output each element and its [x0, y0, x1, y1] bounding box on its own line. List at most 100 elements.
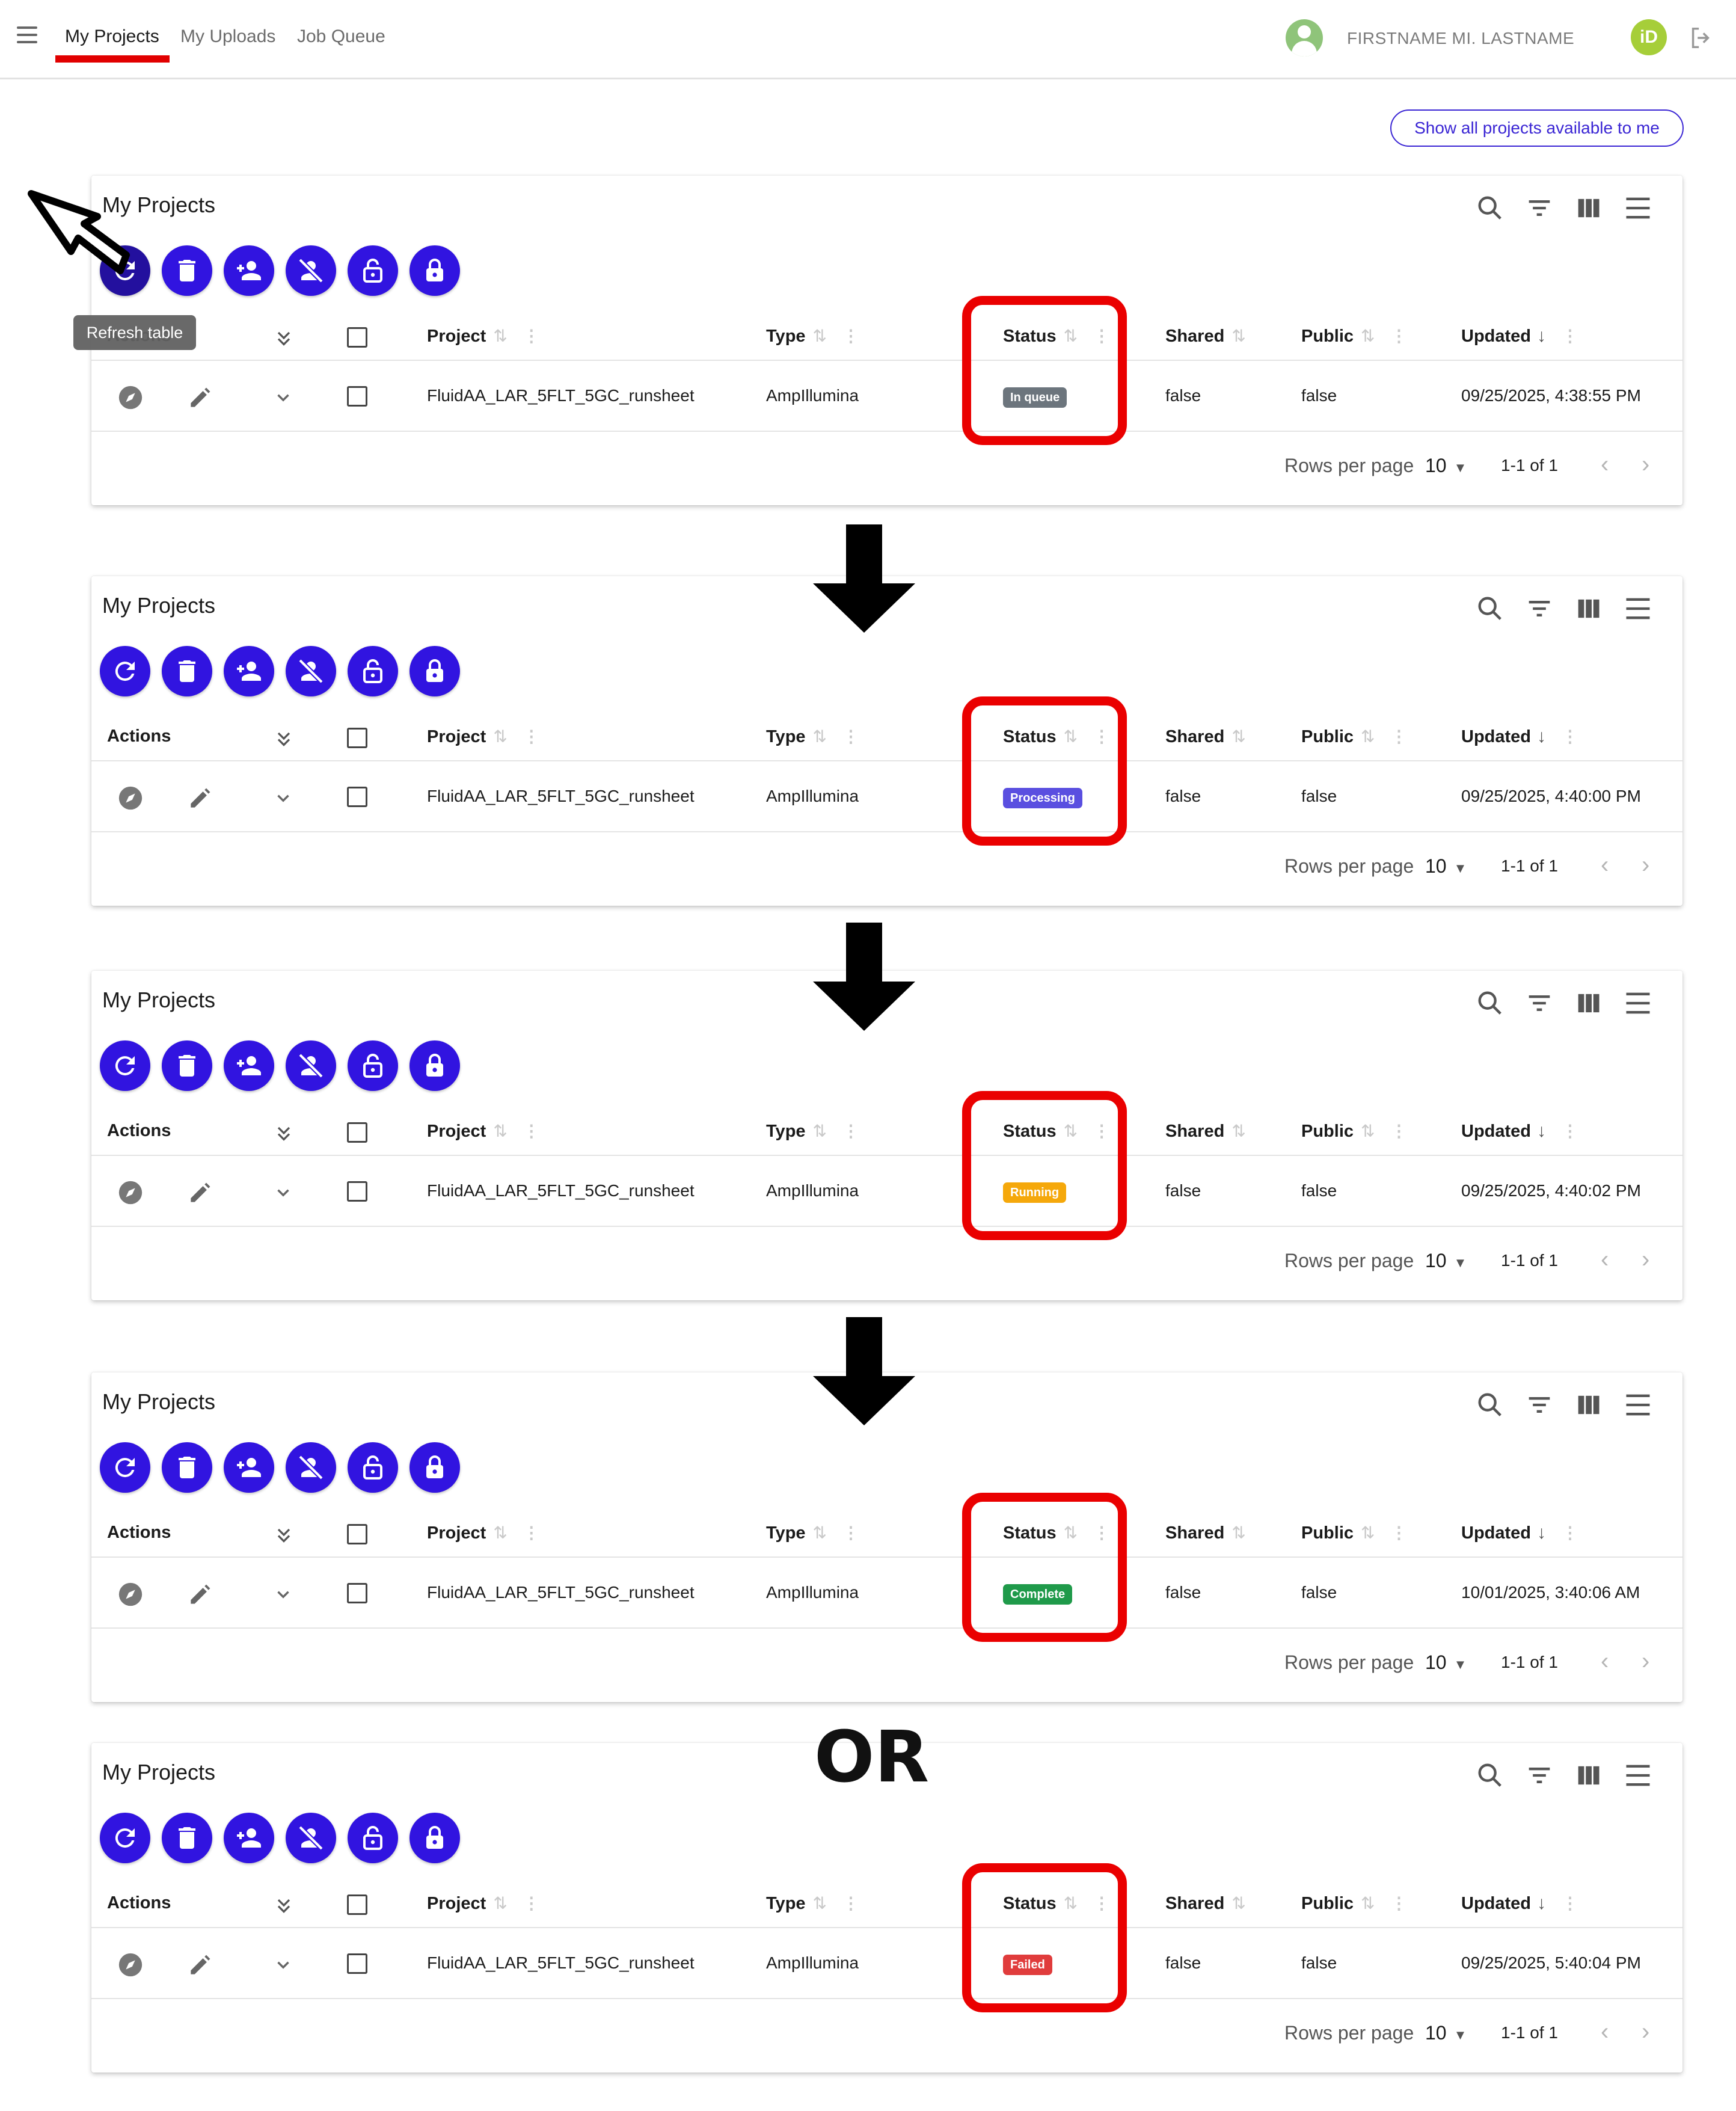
row-checkbox[interactable]: [347, 386, 367, 407]
column-header-type[interactable]: Type ⇅ ⋮: [766, 1523, 859, 1543]
next-page-icon[interactable]: ›: [1642, 852, 1649, 879]
column-menu-icon[interactable]: ⋮: [523, 1121, 540, 1141]
column-menu-icon[interactable]: ⋮: [523, 727, 540, 746]
delete-button[interactable]: [162, 1040, 212, 1091]
sort-icon[interactable]: ⇅: [1361, 1121, 1375, 1141]
make-private-button[interactable]: [409, 1813, 460, 1863]
search-icon[interactable]: [1474, 1760, 1506, 1791]
unshare-user-button[interactable]: [286, 1040, 336, 1091]
make-private-button[interactable]: [409, 1040, 460, 1091]
sort-icon[interactable]: ⇅: [493, 1523, 507, 1543]
sort-icon[interactable]: ⇅: [493, 1893, 507, 1913]
expand-row-icon[interactable]: [273, 1955, 293, 1975]
prev-page-icon[interactable]: ‹: [1601, 852, 1609, 879]
make-public-button[interactable]: [348, 646, 398, 696]
edit-icon[interactable]: [186, 1180, 213, 1206]
show-all-projects-button[interactable]: Show all projects available to me: [1390, 109, 1684, 147]
table-row[interactable]: FluidAA_LAR_5FLT_5GC_runsheet AmpIllumin…: [91, 1157, 1682, 1227]
filter-icon[interactable]: [1524, 593, 1555, 624]
rows-per-page-select[interactable]: 10 ▼: [1425, 1652, 1467, 1674]
share-user-button[interactable]: [224, 1040, 274, 1091]
nav-my-projects[interactable]: My Projects: [65, 26, 159, 47]
column-menu-icon[interactable]: ⋮: [842, 1121, 859, 1141]
column-header-type[interactable]: Type ⇅ ⋮: [766, 1893, 859, 1914]
rows-per-page-select[interactable]: 10 ▼: [1425, 855, 1467, 877]
make-public-button[interactable]: [348, 1040, 398, 1091]
refresh-button[interactable]: [100, 1442, 150, 1493]
nav-my-uploads[interactable]: My Uploads: [180, 26, 275, 47]
column-header-project[interactable]: Project ⇅ ⋮: [427, 727, 540, 747]
sort-icon[interactable]: ⇅: [1361, 326, 1375, 346]
delete-button[interactable]: [162, 1813, 212, 1863]
rows-per-page-select[interactable]: 10 ▼: [1425, 455, 1467, 477]
column-menu-icon[interactable]: ⋮: [842, 1893, 859, 1913]
share-user-button[interactable]: [224, 646, 274, 696]
edit-icon[interactable]: [186, 785, 213, 812]
search-icon[interactable]: [1474, 192, 1506, 224]
filter-icon[interactable]: [1524, 1760, 1555, 1791]
sort-icon[interactable]: ⇅: [813, 1893, 827, 1913]
sort-icon[interactable]: ⇅: [1361, 727, 1375, 746]
select-all-checkbox[interactable]: [347, 728, 367, 748]
expand-row-icon[interactable]: [273, 788, 293, 808]
logout-icon[interactable]: [1687, 24, 1715, 52]
column-menu-icon[interactable]: ⋮: [1093, 727, 1110, 746]
column-menu-icon[interactable]: ⋮: [1390, 727, 1407, 746]
sort-icon[interactable]: ⇅: [1064, 1121, 1078, 1141]
open-icon[interactable]: [117, 784, 144, 812]
project-name[interactable]: FluidAA_LAR_5FLT_5GC_runsheet: [427, 1583, 695, 1602]
expand-all-icon[interactable]: [273, 1524, 295, 1546]
sort-descending-icon[interactable]: ↓: [1537, 1523, 1546, 1543]
sort-icon[interactable]: ⇅: [813, 1121, 827, 1141]
column-header-public[interactable]: Public ⇅ ⋮: [1301, 727, 1407, 747]
column-menu-icon[interactable]: ⋮: [1562, 727, 1578, 746]
make-public-button[interactable]: [348, 1813, 398, 1863]
row-checkbox[interactable]: [347, 1181, 367, 1202]
column-header-project[interactable]: Project ⇅ ⋮: [427, 1893, 540, 1914]
filter-icon[interactable]: [1524, 1389, 1555, 1421]
sort-icon[interactable]: ⇅: [1231, 1893, 1245, 1913]
column-header-public[interactable]: Public ⇅ ⋮: [1301, 1121, 1407, 1142]
orcid-icon[interactable]: iD: [1631, 19, 1667, 55]
search-icon[interactable]: [1474, 593, 1506, 624]
open-icon[interactable]: [117, 1179, 144, 1206]
table-row[interactable]: FluidAA_LAR_5FLT_5GC_runsheet AmpIllumin…: [91, 1559, 1682, 1629]
column-menu-icon[interactable]: ⋮: [1093, 1893, 1110, 1913]
column-header-status[interactable]: Status ⇅ ⋮: [1003, 326, 1110, 346]
expand-all-icon[interactable]: [273, 728, 295, 749]
delete-button[interactable]: [162, 245, 212, 296]
column-header-status[interactable]: Status ⇅ ⋮: [1003, 1893, 1110, 1914]
row-checkbox[interactable]: [347, 1583, 367, 1603]
rows-per-page-select[interactable]: 10 ▼: [1425, 1250, 1467, 1272]
make-private-button[interactable]: [409, 646, 460, 696]
open-icon[interactable]: [117, 1951, 144, 1979]
expand-all-icon[interactable]: [273, 1894, 295, 1916]
share-user-button[interactable]: [224, 245, 274, 296]
sort-icon[interactable]: ⇅: [813, 1523, 827, 1543]
column-header-type[interactable]: Type ⇅ ⋮: [766, 727, 859, 747]
density-icon[interactable]: [1622, 593, 1654, 624]
unshare-user-button[interactable]: [286, 646, 336, 696]
search-icon[interactable]: [1474, 1389, 1506, 1421]
sort-icon[interactable]: ⇅: [1231, 326, 1245, 346]
select-all-checkbox[interactable]: [347, 1524, 367, 1544]
select-all-checkbox[interactable]: [347, 1122, 367, 1143]
column-header-status[interactable]: Status ⇅ ⋮: [1003, 727, 1110, 747]
share-user-button[interactable]: [224, 1442, 274, 1493]
edit-icon[interactable]: [186, 1582, 213, 1608]
sort-descending-icon[interactable]: ↓: [1537, 1121, 1546, 1142]
sort-descending-icon[interactable]: ↓: [1537, 326, 1546, 346]
column-header-public[interactable]: Public ⇅ ⋮: [1301, 326, 1407, 346]
expand-row-icon[interactable]: [273, 387, 293, 408]
unshare-user-button[interactable]: [286, 1813, 336, 1863]
column-header-project[interactable]: Project ⇅ ⋮: [427, 1523, 540, 1543]
sort-icon[interactable]: ⇅: [813, 326, 827, 346]
user-name[interactable]: FIRSTNAME MI. LASTNAME: [1347, 29, 1574, 48]
make-private-button[interactable]: [409, 245, 460, 296]
sort-icon[interactable]: ⇅: [1361, 1523, 1375, 1543]
filter-icon[interactable]: [1524, 988, 1555, 1019]
prev-page-icon[interactable]: ‹: [1601, 2018, 1609, 2045]
project-name[interactable]: FluidAA_LAR_5FLT_5GC_runsheet: [427, 386, 695, 405]
sort-icon[interactable]: ⇅: [1231, 1523, 1245, 1543]
column-header-shared[interactable]: Shared ⇅: [1165, 1121, 1246, 1142]
